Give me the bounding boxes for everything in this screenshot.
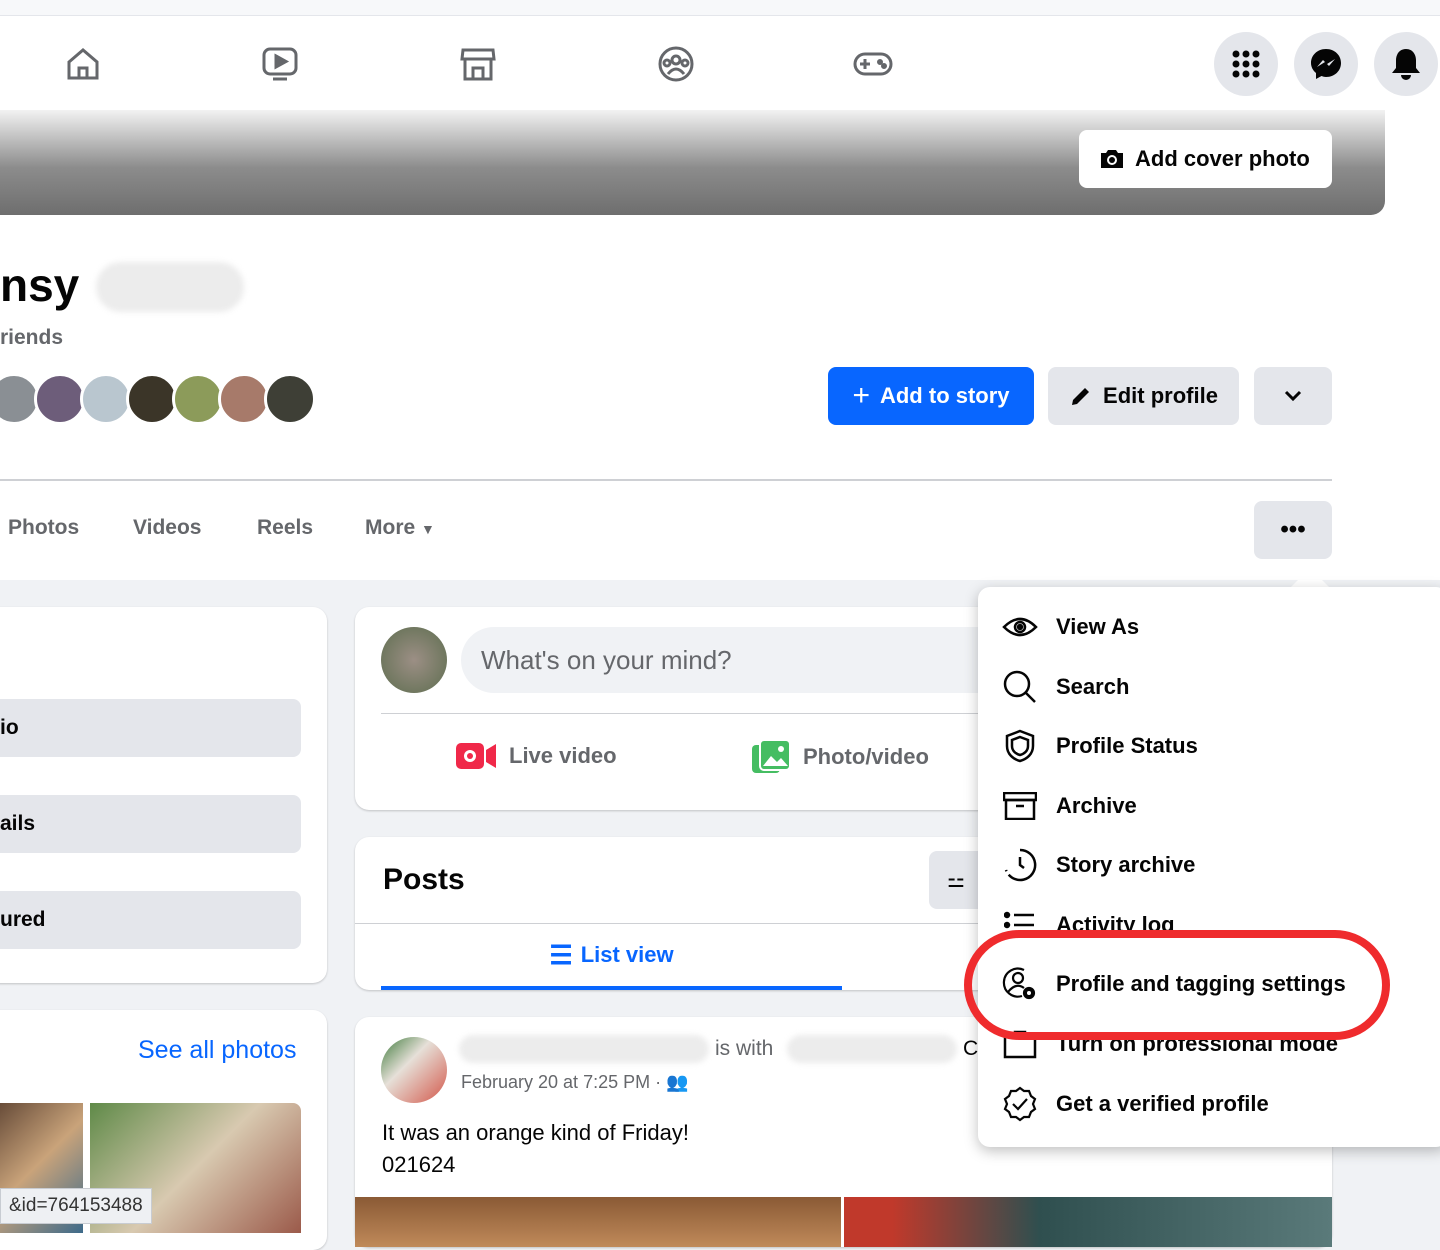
caret-down-icon: ▼ [421, 521, 435, 537]
divider [381, 713, 1021, 714]
menu-item-verified-profile[interactable]: Get a verified profile [978, 1074, 1438, 1134]
menu-pointer [1290, 568, 1330, 588]
composer-card: What's on your mind? Live video Photo/vi… [355, 607, 1055, 810]
edit-bio-button[interactable]: io [0, 699, 301, 757]
friend-avatar[interactable] [126, 373, 178, 425]
add-to-story-button[interactable]: + Add to story [828, 367, 1034, 425]
profile-options-button[interactable] [1254, 367, 1332, 425]
gaming-icon[interactable] [851, 42, 895, 86]
menu-item-search[interactable]: Search [978, 657, 1438, 717]
story-archive-icon [1002, 847, 1038, 883]
shield-icon [1002, 728, 1038, 764]
tab-more[interactable]: More ▼ [365, 516, 435, 540]
profile-name: nsy [0, 259, 80, 311]
groups-icon[interactable] [654, 42, 698, 86]
archive-icon [1002, 788, 1038, 824]
photo-video-button[interactable]: Photo/video [751, 739, 929, 775]
menu-item-activity-log[interactable]: Activity log [978, 895, 1438, 955]
redacted-author [459, 1035, 709, 1063]
verified-badge-icon [1002, 1086, 1038, 1122]
tab-list-view[interactable]: ☰ List view [381, 924, 842, 990]
tab-more-label: More [365, 516, 416, 539]
friend-avatar[interactable] [218, 373, 270, 425]
whats-on-your-mind-input[interactable]: What's on your mind? [461, 627, 1041, 693]
search-icon [1002, 669, 1038, 705]
posts-title: Posts [383, 863, 465, 896]
briefcase-icon [1002, 1026, 1038, 1062]
friend-avatar[interactable] [80, 373, 132, 425]
list-icon: ☰ [549, 939, 573, 970]
status-url: &id=764153488 [0, 1188, 152, 1224]
menu-item-professional-mode[interactable]: Turn on professional mode [978, 1014, 1438, 1074]
live-video-icon [456, 743, 496, 769]
filters-icon: ⚍ [947, 869, 965, 892]
pencil-icon [1072, 388, 1090, 405]
post-timestamp[interactable]: February 20 at 7:25 PM · 👥 [461, 1072, 689, 1093]
edit-details-button[interactable]: ails [0, 795, 301, 853]
post-text: It was an orange kind of Friday! 021624 [382, 1117, 689, 1181]
see-all-photos-link[interactable]: See all photos [138, 1036, 296, 1065]
chevron-down-icon [1284, 390, 1302, 402]
avatar[interactable] [381, 627, 447, 693]
top-nav [0, 16, 1440, 110]
tab-videos[interactable]: Videos [133, 516, 201, 540]
profile-settings-icon [1002, 966, 1038, 1002]
watch-icon[interactable] [258, 42, 302, 86]
timestamp-text: February 20 at 7:25 PM · [461, 1072, 662, 1092]
more-options-button[interactable]: ••• [1254, 501, 1332, 559]
menu-item-profile-tagging-settings[interactable]: Profile and tagging settings [978, 954, 1438, 1014]
post-image[interactable] [355, 1197, 841, 1247]
is-with-text: is with [715, 1037, 774, 1060]
home-icon[interactable] [61, 42, 105, 86]
menu-item-profile-status[interactable]: Profile Status [978, 716, 1438, 776]
post-author-avatar[interactable] [381, 1037, 447, 1103]
truncated-text: C [963, 1037, 979, 1060]
menu-item-story-archive[interactable]: Story archive [978, 835, 1438, 895]
ellipsis-icon: ••• [1280, 516, 1306, 543]
menu-item-archive[interactable]: Archive [978, 776, 1438, 836]
camera-icon [1101, 150, 1123, 168]
tab-photos[interactable]: Photos [8, 516, 79, 540]
friends-audience-icon: 👥 [666, 1072, 689, 1092]
friend-avatar[interactable] [172, 373, 224, 425]
post-text-line: 021624 [382, 1152, 456, 1177]
post-text-line: It was an orange kind of Friday! [382, 1120, 689, 1145]
live-video-button[interactable]: Live video [455, 741, 617, 771]
edit-profile-button[interactable]: Edit profile [1048, 367, 1239, 425]
marketplace-icon[interactable] [456, 42, 500, 86]
friend-avatar[interactable] [34, 373, 86, 425]
list-icon [1002, 907, 1038, 943]
plus-icon: + [852, 379, 870, 412]
friend-avatar[interactable] [264, 373, 316, 425]
friends-count[interactable]: riends [0, 326, 63, 350]
photo-icon [752, 739, 791, 773]
profile-options-menu: View As Search Profile Status Archive St… [978, 587, 1440, 1147]
post-image[interactable] [844, 1197, 1332, 1247]
intro-card: io ails ured [0, 607, 327, 983]
messenger-icon[interactable] [1294, 32, 1358, 96]
menu-item-view-as[interactable]: View As [978, 597, 1438, 657]
menu-grid-icon[interactable] [1214, 32, 1278, 96]
add-featured-button[interactable]: ured [0, 891, 301, 949]
eye-icon [1002, 609, 1038, 645]
browser-strip [0, 0, 1440, 16]
divider [0, 479, 1332, 481]
redacted-tagged [787, 1035, 957, 1063]
add-cover-photo-button[interactable]: Add cover photo [1079, 130, 1332, 188]
posts-card: Posts ⚍ ☰ List view [355, 837, 1055, 990]
tab-reels[interactable]: Reels [257, 516, 313, 540]
redacted-surname [96, 262, 244, 312]
notifications-icon[interactable] [1374, 32, 1438, 96]
